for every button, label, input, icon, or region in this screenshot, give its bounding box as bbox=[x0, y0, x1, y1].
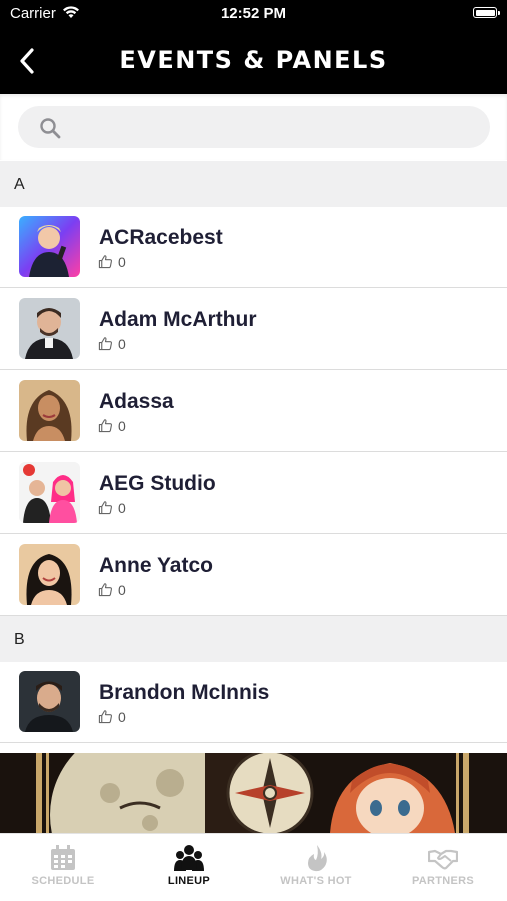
likes-count: 0 bbox=[98, 582, 126, 598]
promo-banner[interactable] bbox=[0, 753, 507, 833]
tab-label: LINEUP bbox=[167, 875, 211, 887]
section-header-a: A bbox=[0, 161, 507, 207]
section-letter: B bbox=[14, 631, 25, 648]
list-item[interactable]: AEG Studio 0 bbox=[0, 453, 507, 534]
tab-bar: SCHEDULE LINEUP WHAT'S HOT PARTNERS bbox=[0, 833, 507, 900]
banner-artwork bbox=[0, 753, 507, 833]
tab-label: WHAT'S HOT bbox=[280, 875, 352, 887]
clock: 12:52 PM bbox=[220, 5, 287, 22]
status-bar: Carrier 12:52 PM bbox=[0, 0, 507, 28]
avatar bbox=[19, 462, 80, 523]
calendar-icon bbox=[51, 845, 75, 870]
page-title: EVENTS & PANELS bbox=[119, 46, 388, 74]
item-name: Adassa bbox=[99, 390, 174, 413]
likes-count: 0 bbox=[98, 500, 126, 516]
thumbs-up-icon bbox=[98, 419, 112, 433]
thumbs-up-icon bbox=[98, 501, 112, 515]
list-item[interactable]: ACRacebest 0 bbox=[0, 207, 507, 288]
list-item[interactable]: Brandon McInnis 0 bbox=[0, 662, 507, 743]
likes-count: 0 bbox=[98, 709, 126, 725]
tab-schedule[interactable]: SCHEDULE bbox=[0, 834, 126, 901]
item-name: ACRacebest bbox=[99, 226, 223, 249]
item-name: Adam McArthur bbox=[99, 308, 257, 331]
thumbs-up-icon bbox=[98, 710, 112, 724]
avatar bbox=[19, 380, 80, 441]
avatar bbox=[19, 298, 80, 359]
battery-icon bbox=[473, 7, 500, 18]
thumbs-up-icon bbox=[98, 337, 112, 351]
thumbs-up-icon bbox=[98, 583, 112, 597]
search-icon bbox=[40, 118, 61, 139]
likes-count: 0 bbox=[98, 254, 126, 270]
search-input[interactable] bbox=[78, 106, 472, 150]
list-item[interactable]: Adassa 0 bbox=[0, 371, 507, 452]
thumbs-up-icon bbox=[98, 255, 112, 269]
search-bar[interactable] bbox=[18, 106, 490, 150]
tab-whats-hot[interactable]: WHAT'S HOT bbox=[253, 834, 379, 901]
flame-icon bbox=[308, 845, 327, 872]
likes-count: 0 bbox=[98, 418, 126, 434]
nav-bar: EVENTS & PANELS bbox=[0, 28, 507, 94]
tab-label: PARTNERS bbox=[411, 875, 475, 887]
handshake-icon bbox=[428, 849, 458, 870]
avatar bbox=[19, 671, 80, 732]
list-item[interactable]: Adam McArthur 0 bbox=[0, 289, 507, 370]
people-icon bbox=[174, 845, 204, 871]
item-name: AEG Studio bbox=[99, 472, 216, 495]
search-area bbox=[0, 94, 507, 160]
item-name: Brandon McInnis bbox=[99, 681, 270, 704]
item-name: Anne Yatco bbox=[99, 554, 213, 577]
tab-partners[interactable]: PARTNERS bbox=[380, 834, 506, 901]
avatar bbox=[19, 544, 80, 605]
tab-label: SCHEDULE bbox=[31, 875, 95, 887]
tab-lineup[interactable]: LINEUP bbox=[126, 834, 252, 901]
section-header-b: B bbox=[0, 616, 507, 662]
section-letter: A bbox=[14, 176, 25, 193]
likes-count: 0 bbox=[98, 336, 126, 352]
avatar bbox=[19, 216, 80, 277]
list-item[interactable]: Anne Yatco 0 bbox=[0, 535, 507, 616]
